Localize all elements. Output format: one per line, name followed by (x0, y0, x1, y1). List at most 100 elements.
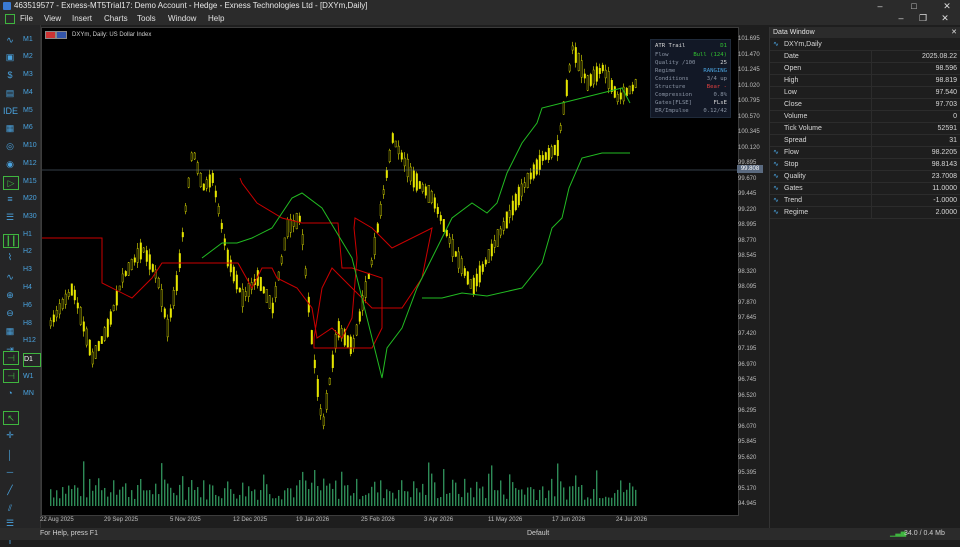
doc-minimize-button[interactable]: – (890, 12, 912, 24)
volume-bar (524, 494, 526, 506)
doc-close-button[interactable]: ✕ (934, 12, 956, 24)
candle-body (289, 218, 292, 233)
data-window-key: Flow (784, 149, 799, 156)
candle-body (274, 286, 277, 298)
menu-insert[interactable]: Insert (72, 12, 92, 25)
zoom-in-icon[interactable]: ⊕ (3, 289, 17, 301)
candle-body (211, 172, 214, 184)
menu-view[interactable]: View (44, 12, 61, 25)
calendar-icon[interactable]: ▦ (3, 122, 17, 134)
timeframe-h3[interactable]: H3 (23, 264, 39, 276)
data-window-row: Spread 31 (770, 135, 960, 147)
timeframe-w1[interactable]: W1 (23, 371, 39, 383)
volume-bar (338, 498, 340, 506)
volume-bar (551, 478, 553, 506)
data-window-key: Regime (784, 209, 809, 216)
copy-icon[interactable]: ▤ (3, 87, 17, 99)
data-window-value: 11.0000 (932, 185, 957, 192)
close-button[interactable]: ✕ (936, 0, 958, 12)
data-window-key: Spread (784, 137, 807, 144)
candle-body (76, 302, 79, 309)
timeframe-h8[interactable]: H8 (23, 318, 39, 330)
menu-help[interactable]: Help (208, 12, 224, 25)
timeframe-m12[interactable]: M12 (23, 158, 39, 170)
timeframe-m3[interactable]: M3 (23, 69, 39, 81)
timeframe-h6[interactable]: H6 (23, 300, 39, 312)
time-axis-label: 11 May 2026 (488, 517, 523, 523)
timeframe-h1[interactable]: H1 (23, 229, 39, 241)
trendline-icon[interactable]: ╱ (3, 484, 17, 496)
menu-tools[interactable]: Tools (137, 12, 156, 25)
maximize-button[interactable]: □ (903, 0, 925, 12)
period-icon[interactable]: ◔ (3, 387, 17, 399)
bars-icon[interactable]: ≡ (3, 193, 17, 205)
timeframe-m5[interactable]: M5 (23, 105, 39, 117)
data-window-row: ∿ Gates 11.0000 (770, 183, 960, 195)
grid-icon[interactable]: ▦ (3, 325, 17, 337)
timeframe-m6[interactable]: M6 (23, 122, 39, 134)
line-type-icon[interactable]: ⌇ (3, 251, 17, 263)
radar-icon[interactable]: ◉ (3, 158, 17, 170)
volume-bar (179, 484, 181, 506)
menu-charts[interactable]: Charts (104, 12, 128, 25)
timeframe-h2[interactable]: H2 (23, 246, 39, 258)
atr-row-key: Quality /100 (655, 60, 696, 66)
wave-icon[interactable]: ∿ (3, 271, 17, 283)
channel-icon[interactable]: ⫽ (3, 502, 17, 514)
candle-body (193, 152, 196, 160)
candle-body (427, 185, 430, 203)
volume-bar (185, 499, 187, 506)
crosshair-icon[interactable]: ✛ (3, 429, 17, 441)
timeframe-m2[interactable]: M2 (23, 51, 39, 63)
volume-bar (164, 479, 166, 506)
price-chart[interactable] (42, 28, 738, 515)
doc-restore-button[interactable]: ❐ (912, 12, 934, 24)
zoom-out-icon[interactable]: ⊖ (3, 307, 17, 319)
atr-row-key: Structure (655, 84, 686, 90)
volume-bar (491, 465, 493, 506)
lock-icon[interactable]: ▣ (3, 51, 17, 63)
hline-icon[interactable]: ☰ (3, 211, 17, 223)
candles-icon[interactable]: ┃┃ (3, 234, 19, 248)
volume-bar (122, 486, 124, 506)
timeframe-h12[interactable]: H12 (23, 335, 39, 347)
timeframe-m4[interactable]: M4 (23, 87, 39, 99)
chart-area[interactable]: DXYm, Daily: US Dollar Index (41, 27, 739, 516)
signal-icon[interactable]: ◎ (3, 140, 17, 152)
column-divider (871, 63, 872, 74)
timeframe-m1[interactable]: M1 (23, 34, 39, 46)
volume-bar (359, 499, 361, 506)
candle-body (223, 238, 226, 246)
price-axis-label: 99.445 (738, 191, 757, 197)
timeframe-h4[interactable]: H4 (23, 282, 39, 294)
volume-bar (542, 486, 544, 506)
timeframe-d1[interactable]: D1 (23, 353, 41, 367)
timeframe-mn[interactable]: MN (23, 388, 39, 400)
line-chart-icon[interactable]: ∿ (3, 34, 17, 46)
ide-icon[interactable]: IDE (3, 105, 18, 117)
candle-body (217, 206, 220, 214)
hline-tool-icon[interactable]: ─ (3, 466, 17, 478)
timeframe-m30[interactable]: M30 (23, 211, 39, 223)
dollar-icon[interactable]: $ (3, 69, 17, 81)
menu-window[interactable]: Window (168, 12, 196, 25)
candle-body (619, 92, 622, 100)
candle-body (73, 289, 76, 301)
play-icon[interactable]: ▷ (3, 176, 19, 190)
timeframe-m10[interactable]: M10 (23, 140, 39, 152)
candle-body (436, 206, 439, 215)
candle-body (118, 285, 121, 291)
vline-icon[interactable]: │ (3, 449, 17, 461)
timeframe-m15[interactable]: M15 (23, 176, 39, 188)
timeframe-m20[interactable]: M20 (23, 193, 39, 205)
volume-bar (482, 486, 484, 506)
chart-shift-icon[interactable]: ⊣ (3, 369, 19, 383)
status-help: For Help, press F1 (40, 530, 98, 537)
volume-bar (275, 498, 277, 506)
atr-row-key: ER/Impulse (655, 108, 689, 114)
shift-end-icon[interactable]: ⊣ (3, 351, 19, 365)
cursor-icon[interactable]: ↖ (3, 411, 19, 425)
minimize-button[interactable]: – (869, 0, 891, 12)
menu-file[interactable]: File (20, 12, 33, 25)
close-icon[interactable]: ✕ (951, 27, 957, 38)
